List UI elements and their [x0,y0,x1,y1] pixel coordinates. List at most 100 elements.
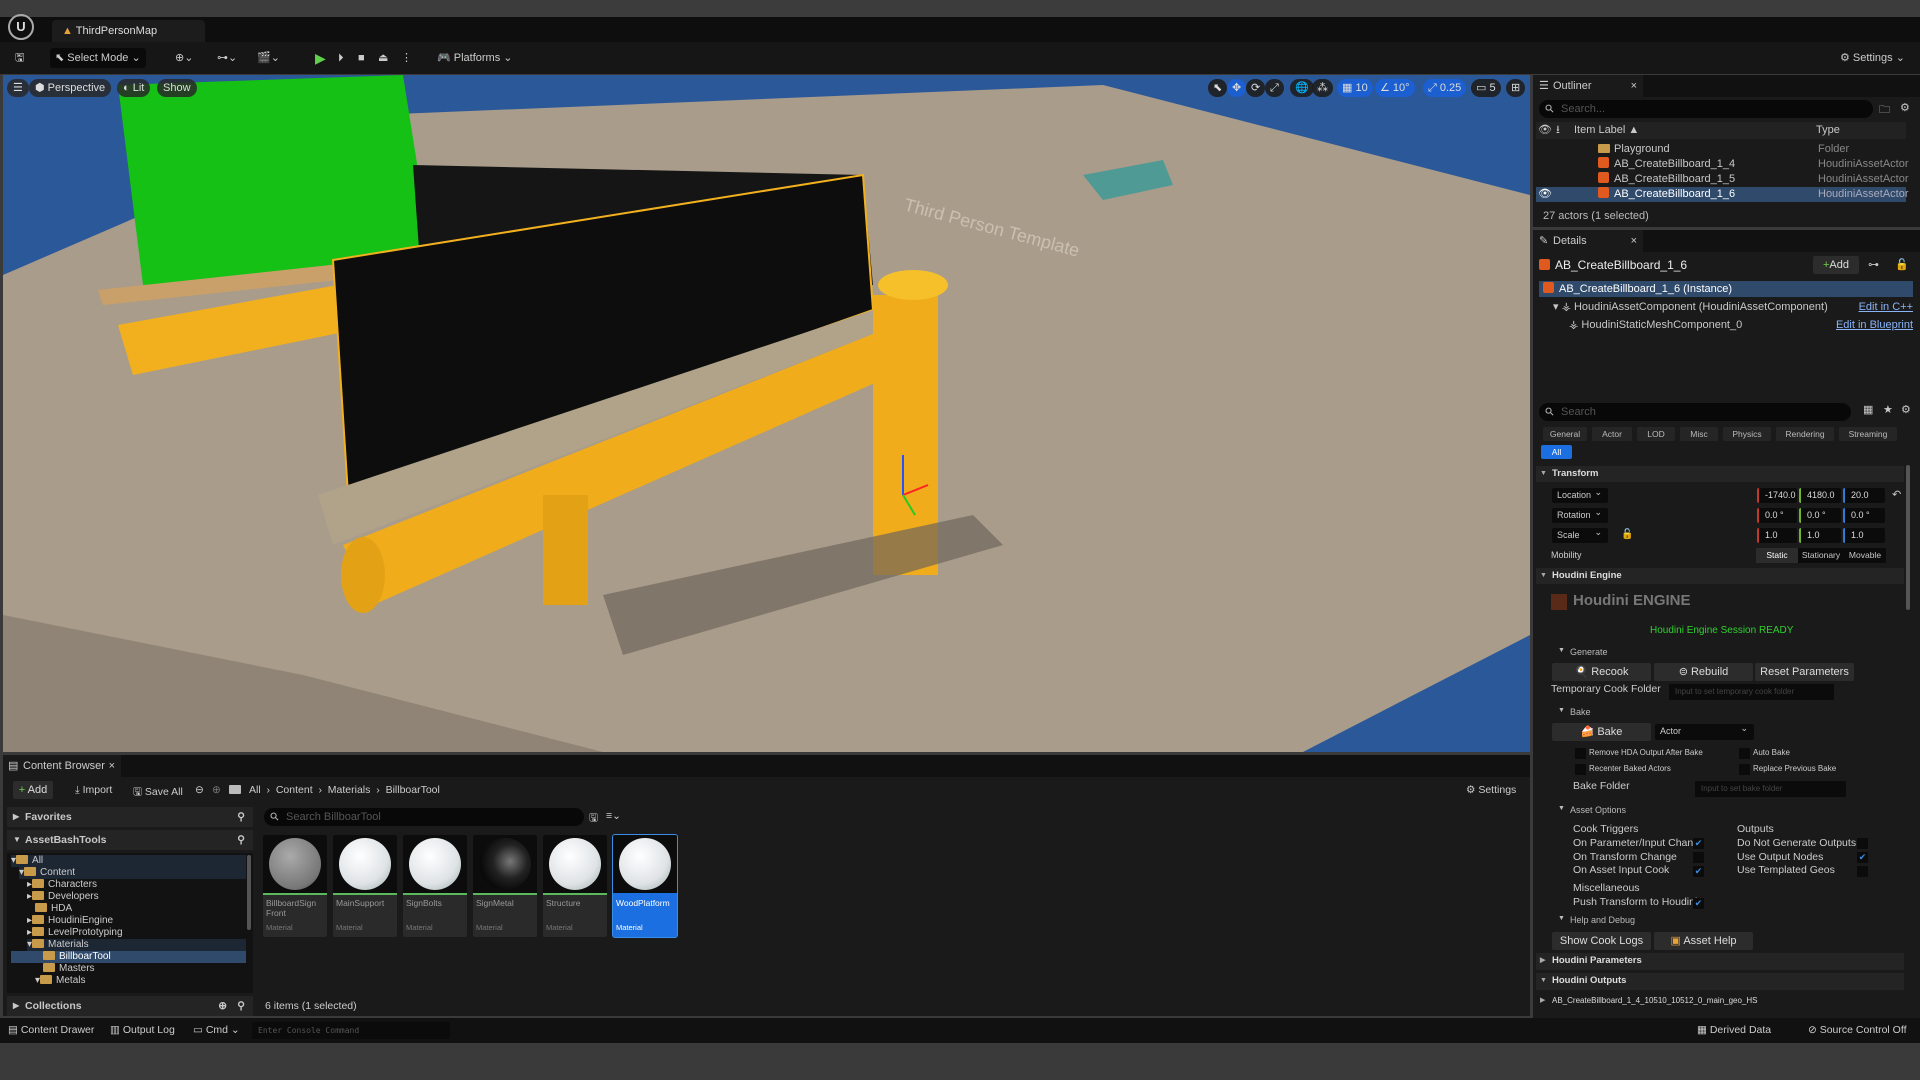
instance-row[interactable]: AB_CreateBillboard_1_6 (Instance) [1539,281,1913,297]
map-tab[interactable]: ▲ ThirdPersonMap [52,20,205,42]
translate-tool-icon[interactable]: ✥ [1227,79,1247,97]
asset-tile-selected[interactable]: WoodPlatform Material [612,834,678,938]
unreal-logo[interactable]: U [8,14,34,40]
filter-icon[interactable]: ≡⌄ [606,810,621,822]
asset-search-input[interactable]: Search BillboarTool [264,808,584,826]
bake-section[interactable]: Bake [1556,707,1591,717]
filter-tab-misc[interactable]: Misc [1680,427,1718,441]
houdini-outputs-section[interactable]: Houdini Outputs [1536,973,1904,990]
visibility-icon[interactable]: 👁 [1538,187,1552,202]
blueprint-icon[interactable]: ⊶⌄ [212,48,242,68]
close-icon[interactable]: × [1631,230,1637,252]
rotation-y[interactable]: 0.0 ° [1799,508,1841,523]
bake-type-dropdown[interactable]: Actor [1655,721,1754,740]
reset-icon[interactable]: ↶ [1892,488,1901,501]
generate-section[interactable]: Generate [1556,647,1608,657]
asset-tile[interactable]: MainSupport Material [333,835,397,937]
derived-data-button[interactable]: ▦ Derived Data [1697,1024,1771,1036]
output-log-button[interactable]: ▥ Output Log [110,1024,175,1036]
col-type[interactable]: Type [1816,122,1840,139]
bake-button[interactable]: 🍰 Bake [1552,723,1651,741]
cb-settings-button[interactable]: ⚙ Settings [1466,784,1516,796]
outliner-search-input[interactable]: Search... [1539,100,1873,118]
scale-x[interactable]: 1.0 [1757,528,1797,543]
back-icon[interactable]: ⊖ [195,784,204,796]
show-cook-logs-button[interactable]: Show Cook Logs [1552,932,1651,950]
tree-item[interactable]: ▾ All [11,855,246,867]
recook-button[interactable]: 🍳 Recook [1552,663,1651,681]
gear-icon[interactable]: ⚙ [1900,101,1910,114]
outliner-row-selected[interactable]: 👁 AB_CreateBillboard_1_6 HoudiniAssetActor [1536,187,1909,202]
platforms-dropdown[interactable]: 🎮 Platforms ⌄ [432,48,518,68]
content-drawer-button[interactable]: ▤ Content Drawer [8,1024,94,1036]
lit-button[interactable]: ◐ Lit [117,79,151,97]
filter-tab-all[interactable]: All [1541,445,1572,459]
save-icon[interactable]: 🖫 [10,48,29,68]
close-icon[interactable]: × [1631,75,1637,97]
outliner-tab[interactable]: ☰ Outliner × [1533,75,1643,97]
component-row[interactable]: ⚶ HoudiniStaticMeshComponent_0 Edit in Bl… [1569,318,1913,333]
save-search-icon[interactable]: 🖫 [589,810,598,828]
world-space-icon[interactable]: 🌐 [1290,79,1314,97]
breadcrumb-materials[interactable]: Materials [328,784,371,796]
scale-lock-icon[interactable]: 🔓 [1621,529,1633,540]
tree-item[interactable]: ▾ Metals [35,975,85,987]
viewport-menu-icon[interactable]: ☰ [7,79,29,97]
surface-snap-icon[interactable]: ⁂ [1312,79,1333,97]
outliner-row[interactable]: AB_CreateBillboard_1_4 HoudiniAssetActor [1536,157,1909,172]
play-icon[interactable]: ▶ [310,48,331,68]
use-output-nodes-checkbox[interactable]: ✔ [1857,852,1868,863]
transform-section[interactable]: Transform [1536,466,1904,482]
filter-tab-rendering[interactable]: Rendering [1776,427,1834,441]
select-tool-icon[interactable]: ⬉ [1208,79,1228,97]
filter-tab-actor[interactable]: Actor [1592,427,1632,441]
collections-section[interactable]: ▶ Collections ⊕ ⚲ [7,996,253,1016]
tree-item[interactable]: ▸ LevelPrototyping [27,927,123,939]
details-scrollbar[interactable] [1906,465,1910,610]
lock-icon[interactable]: 🔓 [1895,258,1909,271]
scale-snap-button[interactable]: ⤢ 0.25 [1423,79,1467,97]
content-browser-tab[interactable]: ▤ Content Browser × [3,755,121,777]
mobility-static[interactable]: Static [1756,548,1798,563]
level-viewport[interactable]: Third Person Template ☰ ⬢ Perspective ◐ … [3,75,1530,752]
mobility-movable[interactable]: Movable [1844,548,1886,563]
breadcrumb-billboartool[interactable]: BillboarTool [386,784,440,796]
tree-scrollbar[interactable] [247,855,251,930]
show-button[interactable]: Show [157,79,197,97]
import-button[interactable]: ⤓ Import [75,784,112,797]
gear-icon[interactable]: ⚙ [1901,403,1911,416]
save-all-button[interactable]: 🖫 Save All [133,784,183,802]
breadcrumb-content[interactable]: Content [276,784,313,796]
do-not-generate-checkbox[interactable] [1857,838,1868,849]
source-control-button[interactable]: ⊘ Source Control Off [1808,1024,1906,1036]
rotation-z[interactable]: 0.0 ° [1843,508,1885,523]
perspective-button[interactable]: ⬢ Perspective [29,79,112,97]
filter-tab-general[interactable]: General [1543,427,1587,441]
location-dropdown[interactable]: Location [1552,485,1608,503]
on-transform-change-checkbox[interactable] [1693,852,1704,863]
rotation-x[interactable]: 0.0 ° [1757,508,1797,523]
add-component-button[interactable]: +Add [1813,256,1859,274]
col-item-label[interactable]: Item Label ▲ [1574,122,1639,139]
console-input[interactable]: Enter Console Command [252,1022,450,1039]
more-options-icon[interactable]: ⋮ [396,48,417,68]
tree-item[interactable]: ▸ Characters [27,879,97,891]
auto-bake-checkbox[interactable] [1739,748,1750,759]
add-collection-icon[interactable]: ⊕ [218,996,227,1016]
details-tab[interactable]: ✎ Details × [1533,230,1643,252]
stop-icon[interactable]: ■ [353,48,370,68]
cmd-dropdown[interactable]: ▭ Cmd ⌄ [193,1024,240,1036]
asset-tile[interactable]: Structure Material [543,835,607,937]
tree-item-selected[interactable]: BillboarTool [11,951,246,963]
on-param-change-checkbox[interactable]: ✔ [1693,838,1704,849]
edit-cpp-link[interactable]: Edit in C++ [1859,300,1913,315]
use-templated-checkbox[interactable] [1857,866,1868,877]
asset-tile[interactable]: BillboardSign Front Material [263,835,327,937]
camera-speed-button[interactable]: ▭ 5 [1471,79,1501,97]
tree-item[interactable]: HDA [35,903,72,915]
scale-dropdown[interactable]: Scale [1552,525,1608,543]
layout-icon[interactable]: ⊞ [1506,79,1526,97]
outliner-row[interactable]: AB_CreateBillboard_1_5 HoudiniAssetActor [1536,172,1909,187]
eject-icon[interactable]: ⏏ [373,48,393,68]
settings-button[interactable]: ⚙ Settings ⌄ [1835,48,1910,68]
